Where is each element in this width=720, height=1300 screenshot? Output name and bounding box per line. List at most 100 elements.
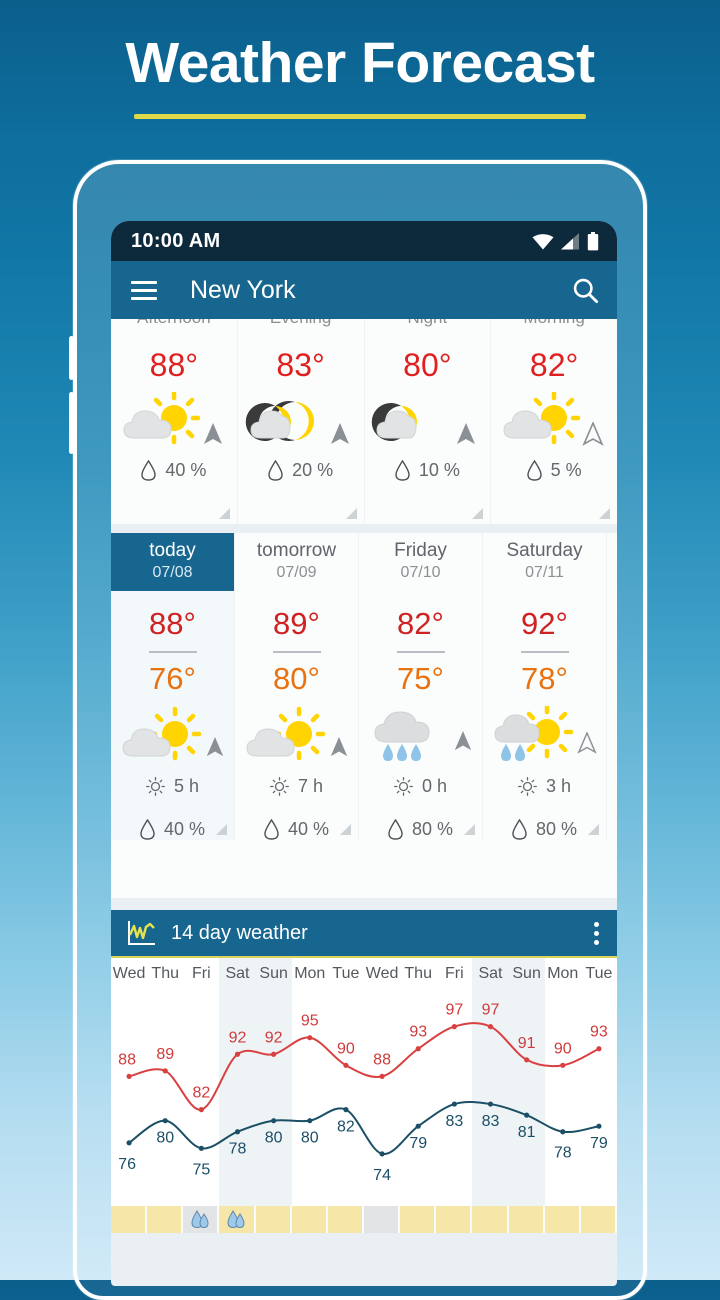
chart-point-label: 90 [554,1040,572,1057]
daily-rain-value: 80 % [411,819,454,839]
chart-point [596,1046,602,1052]
hamburger-icon[interactable] [131,280,157,300]
daily-header: Sunday 07/12 [607,533,617,591]
chart-point-label: 80 [301,1130,319,1147]
daily-column-today[interactable]: today 07/08 88° 76° 5 h 40 % [111,533,235,840]
chart-point [415,1046,421,1052]
cloud-rain-icon [359,706,482,768]
daily-header: today 07/08 [111,533,234,591]
wind-arrow-icon [457,423,476,444]
chart-point [415,1123,421,1129]
chart-point [487,1024,494,1030]
volume-up-button[interactable] [69,336,74,380]
chart-point-label: 95 [301,1013,319,1030]
chart-point [234,1051,241,1057]
hourly-temp: 82° [529,347,579,383]
chart-point-label: 93 [409,1024,427,1041]
daily-rain-value: 40 % [287,819,330,839]
chart-point-label: 75 [192,1161,210,1178]
precip-cell[interactable] [219,1206,256,1233]
search-icon[interactable] [571,276,599,304]
daily-day-name: tomorrow [256,540,337,561]
kebab-menu-icon[interactable] [590,918,603,949]
wind-arrow-outline-icon [577,732,597,754]
temp-divider [520,651,569,653]
precip-cell[interactable] [183,1206,220,1233]
daily-rain-value: 40 % [163,819,206,839]
volume-down-button[interactable] [69,392,74,454]
daily-column-friday[interactable]: Friday 07/10 82° 75° 0 h 80 % [359,533,483,840]
expand-corner-icon[interactable] [588,824,599,835]
precip-cell[interactable] [580,1206,617,1233]
precip-cell[interactable] [544,1206,581,1233]
chart-plot-area: Wed Thu Fri Sat Sun Mon Tue Wed Thu Fri … [111,958,617,1206]
precip-cell[interactable] [472,1206,509,1233]
daily-column-saturday[interactable]: Saturday 07/11 92° 78° 3 h 80 % [483,533,607,840]
precip-cell[interactable] [291,1206,328,1233]
temp-divider [272,651,321,653]
cloud-sun-icon [111,706,234,768]
chart-point [307,1035,313,1041]
expand-corner-icon[interactable] [345,508,357,519]
daily-day-name: Friday [394,540,447,561]
precip-cell[interactable] [436,1206,473,1233]
daily-sunhours: 3 h [483,776,606,797]
daily-date: 07/12 [607,564,617,582]
raindrop-icon [268,460,283,481]
daily-sunhours-value: 7 h [297,776,324,796]
sun-icon [270,777,289,796]
hourly-temp: 88° [149,347,199,383]
hourly-column-morning[interactable]: Morning 82° [491,319,617,524]
daily-high-temp: 92° [521,606,568,641]
raindrop-icon [140,819,155,840]
chart-point-label: 79 [590,1135,608,1152]
daily-sunhours-value: 3 h [545,776,572,796]
chart-point [560,1062,566,1068]
hourly-forecast-card: Afternoon 88° [111,319,617,524]
daily-date: 07/08 [152,564,193,581]
cloud-sun-icon [118,392,230,450]
app-bar-title: New York [190,275,296,304]
precip-cell[interactable] [400,1206,437,1233]
daily-column-sunday[interactable]: Sunday 07/12 93° 81° [607,533,617,840]
expand-corner-icon[interactable] [599,508,610,519]
precip-cell[interactable] [255,1206,292,1233]
raindrop-icon [388,819,403,840]
wind-arrow-icon [330,423,349,444]
hourly-rain: 20 % [268,460,333,481]
precip-cell[interactable] [363,1206,401,1233]
hourly-rain-value: 5 % [550,460,582,480]
cloud-sun-icon [498,392,610,450]
hourly-column-evening[interactable]: Evening 83° [238,319,365,524]
precip-cell[interactable] [508,1206,545,1233]
sun-icon [394,777,413,796]
daily-date: 07/09 [276,564,317,581]
cloud-sun-icon [235,706,358,768]
daily-high-temp: 93° [607,606,617,642]
expand-corner-icon[interactable] [218,508,230,519]
hourly-rain: 5 % [526,460,582,481]
daily-low-temp: 78° [521,661,568,696]
hourly-column-night[interactable]: Night 80° [365,319,492,524]
precip-cell[interactable] [147,1206,184,1233]
chart-point [560,1129,566,1135]
daily-header: Saturday 07/11 [483,533,606,591]
expand-corner-icon[interactable] [464,824,475,835]
hourly-label: Afternoon [137,319,211,330]
expand-corner-icon[interactable] [472,508,484,519]
precip-cell[interactable] [111,1206,148,1233]
expand-corner-icon[interactable] [216,824,227,835]
daily-column-tomorrow[interactable]: tomorrow 07/09 89° 80° 7 h 40 % [235,533,359,840]
status-icons [532,231,599,251]
wind-arrow-icon [203,423,222,444]
precip-cell[interactable] [327,1206,364,1233]
raindrop-icon [395,460,410,481]
expand-corner-icon[interactable] [340,824,351,835]
daily-sunhours: 5 h [111,776,234,797]
chart-point-label: 82 [337,1119,355,1136]
phone-screen: 10:00 AM New York 88° 40 % 83° 20 % 80° … [111,221,617,1286]
hourly-column-afternoon[interactable]: Afternoon 88° [111,319,238,524]
chart-point-label: 97 [445,1002,463,1019]
chart-point [379,1073,385,1079]
chart-point [234,1129,241,1135]
